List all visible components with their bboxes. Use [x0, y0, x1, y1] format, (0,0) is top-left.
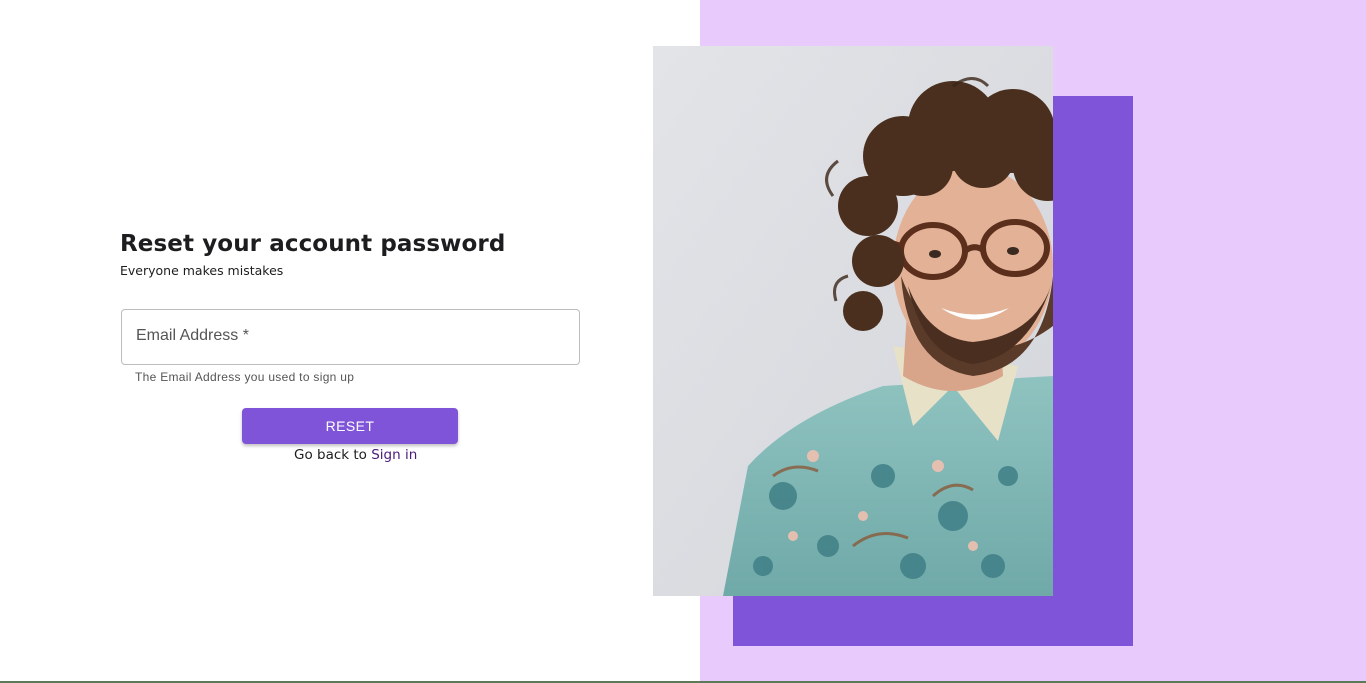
reset-button[interactable]: RESET — [242, 408, 458, 444]
hero-photo — [653, 46, 1053, 596]
email-input[interactable] — [122, 310, 579, 364]
go-back-text: Go back to — [294, 447, 372, 463]
sign-in-link[interactable]: Sign in — [371, 447, 417, 463]
page-subtitle: Everyone makes mistakes — [120, 263, 284, 278]
portrait-illustration — [653, 46, 1053, 596]
email-field[interactable]: Email Address * — [121, 309, 580, 365]
email-helper-text: The Email Address you used to sign up — [135, 370, 355, 384]
page-title: Reset your account password — [120, 231, 506, 257]
form-panel: Reset your account password Everyone mak… — [0, 0, 700, 683]
reset-password-page: Reset your account password Everyone mak… — [0, 0, 1366, 683]
